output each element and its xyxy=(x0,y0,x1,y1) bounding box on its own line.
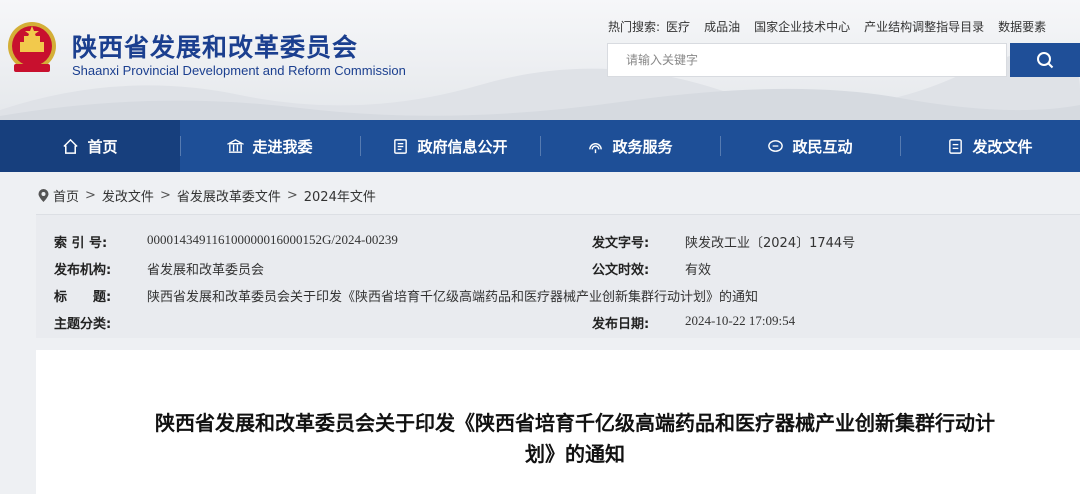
hot-search-keyword[interactable]: 产业结构调整指导目录 xyxy=(864,18,984,35)
service-icon xyxy=(589,142,603,153)
nav-item-services[interactable]: 政务服务 xyxy=(540,120,720,172)
nav-item-label: 政府信息公开 xyxy=(417,137,508,156)
breadcrumb-item[interactable]: 首页 xyxy=(53,186,79,205)
nav-item-home[interactable]: 首页 xyxy=(0,120,180,172)
site-header: 陕西省发展和改革委员会 Shaanxi Provincial Developme… xyxy=(0,0,1080,120)
chat-icon xyxy=(768,139,784,152)
nav-item-interaction[interactable]: 政民互动 xyxy=(720,120,900,172)
issuer-value: 省发展和改革委员会 xyxy=(147,263,265,278)
breadcrumb: 首页 > 发改文件 > 省发展改革委文件 > 2024年文件 xyxy=(38,186,376,205)
hot-search-keyword[interactable]: 成品油 xyxy=(704,18,740,35)
breadcrumb-item[interactable]: 发改文件 xyxy=(102,186,154,205)
hot-search-keyword[interactable]: 数据要素 xyxy=(998,18,1046,35)
file-icon xyxy=(949,138,963,154)
title-value: 陕西省发展和改革委员会关于印发《陕西省培育千亿级高端药品和医疗器械产业创新集群行… xyxy=(147,290,759,305)
nav-item-label: 政民互动 xyxy=(792,137,853,156)
nav-item-label: 首页 xyxy=(87,137,118,156)
article-title-line: 陕西省发展和改革委员会关于印发《陕西省培育千亿级高端药品和医疗器械产业创新集群行… xyxy=(155,411,995,435)
index-value: 000014349116100000016000152G/2024-00239 xyxy=(147,232,398,247)
date-value: 2024-10-22 17:09:54 xyxy=(685,313,796,328)
category-label: 主题分类: xyxy=(54,317,112,332)
article-content: 陕西省发展和改革委员会关于印发《陕西省培育千亿级高端药品和医疗器械产业创新集群行… xyxy=(36,350,1080,494)
validity-label: 公文时效: xyxy=(592,263,650,278)
nav-item-gov-info[interactable]: 政府信息公开 xyxy=(360,120,540,172)
location-pin-icon xyxy=(38,189,49,202)
hot-search-label: 热门搜索: xyxy=(608,20,661,34)
search-icon xyxy=(1037,52,1054,69)
breadcrumb-separator: > xyxy=(286,188,298,203)
date-label: 发布日期: xyxy=(592,317,650,332)
site-title[interactable]: 陕西省发展和改革委员会 xyxy=(72,28,358,64)
nav-item-label: 政务服务 xyxy=(612,137,673,156)
nav-item-about[interactable]: 走进我委 xyxy=(180,120,360,172)
breadcrumb-item[interactable]: 省发展改革委文件 xyxy=(177,186,281,205)
doc-no-value: 陕发改工业〔2024〕1744号 xyxy=(685,236,856,251)
hot-search-keyword[interactable]: 国家企业技术中心 xyxy=(754,18,850,35)
document-meta: 索 引 号: 000014349116100000016000152G/2024… xyxy=(36,214,1080,338)
breadcrumb-separator: > xyxy=(159,188,171,203)
document-icon xyxy=(394,138,408,154)
hot-search-keyword[interactable]: 医疗 xyxy=(666,18,690,35)
validity-value: 有效 xyxy=(685,263,712,278)
search-button[interactable] xyxy=(1010,43,1080,77)
breadcrumb-item[interactable]: 2024年文件 xyxy=(304,186,376,205)
issuer-label: 发布机构: xyxy=(54,263,112,278)
article-title-line: 划》的通知 xyxy=(525,442,625,466)
site-subtitle: Shaanxi Provincial Development and Refor… xyxy=(72,63,406,78)
nav-item-documents[interactable]: 发改文件 xyxy=(900,120,1080,172)
breadcrumb-separator: > xyxy=(85,188,96,203)
nav-item-label: 走进我委 xyxy=(252,137,313,156)
doc-no-label: 发文字号: xyxy=(592,236,650,251)
search-input[interactable]: 请输入关键字 xyxy=(607,43,1007,77)
national-emblem-icon xyxy=(8,22,56,72)
main-nav: 首页 走进我委 政府信息公开 政务服务 政民互动 发改文件 xyxy=(0,120,1080,172)
building-icon xyxy=(227,138,245,153)
article-title: 陕西省发展和改革委员会关于印发《陕西省培育千亿级高端药品和医疗器械产业创新集群行… xyxy=(80,408,1070,470)
hot-search: 热门搜索: 医疗 成品油 国家企业技术中心 产业结构调整指导目录 数据要素 xyxy=(608,18,1060,35)
title-label: 标 题: xyxy=(54,290,112,305)
index-label: 索 引 号: xyxy=(54,236,108,251)
nav-item-label: 发改文件 xyxy=(972,137,1033,156)
home-icon xyxy=(63,138,79,154)
